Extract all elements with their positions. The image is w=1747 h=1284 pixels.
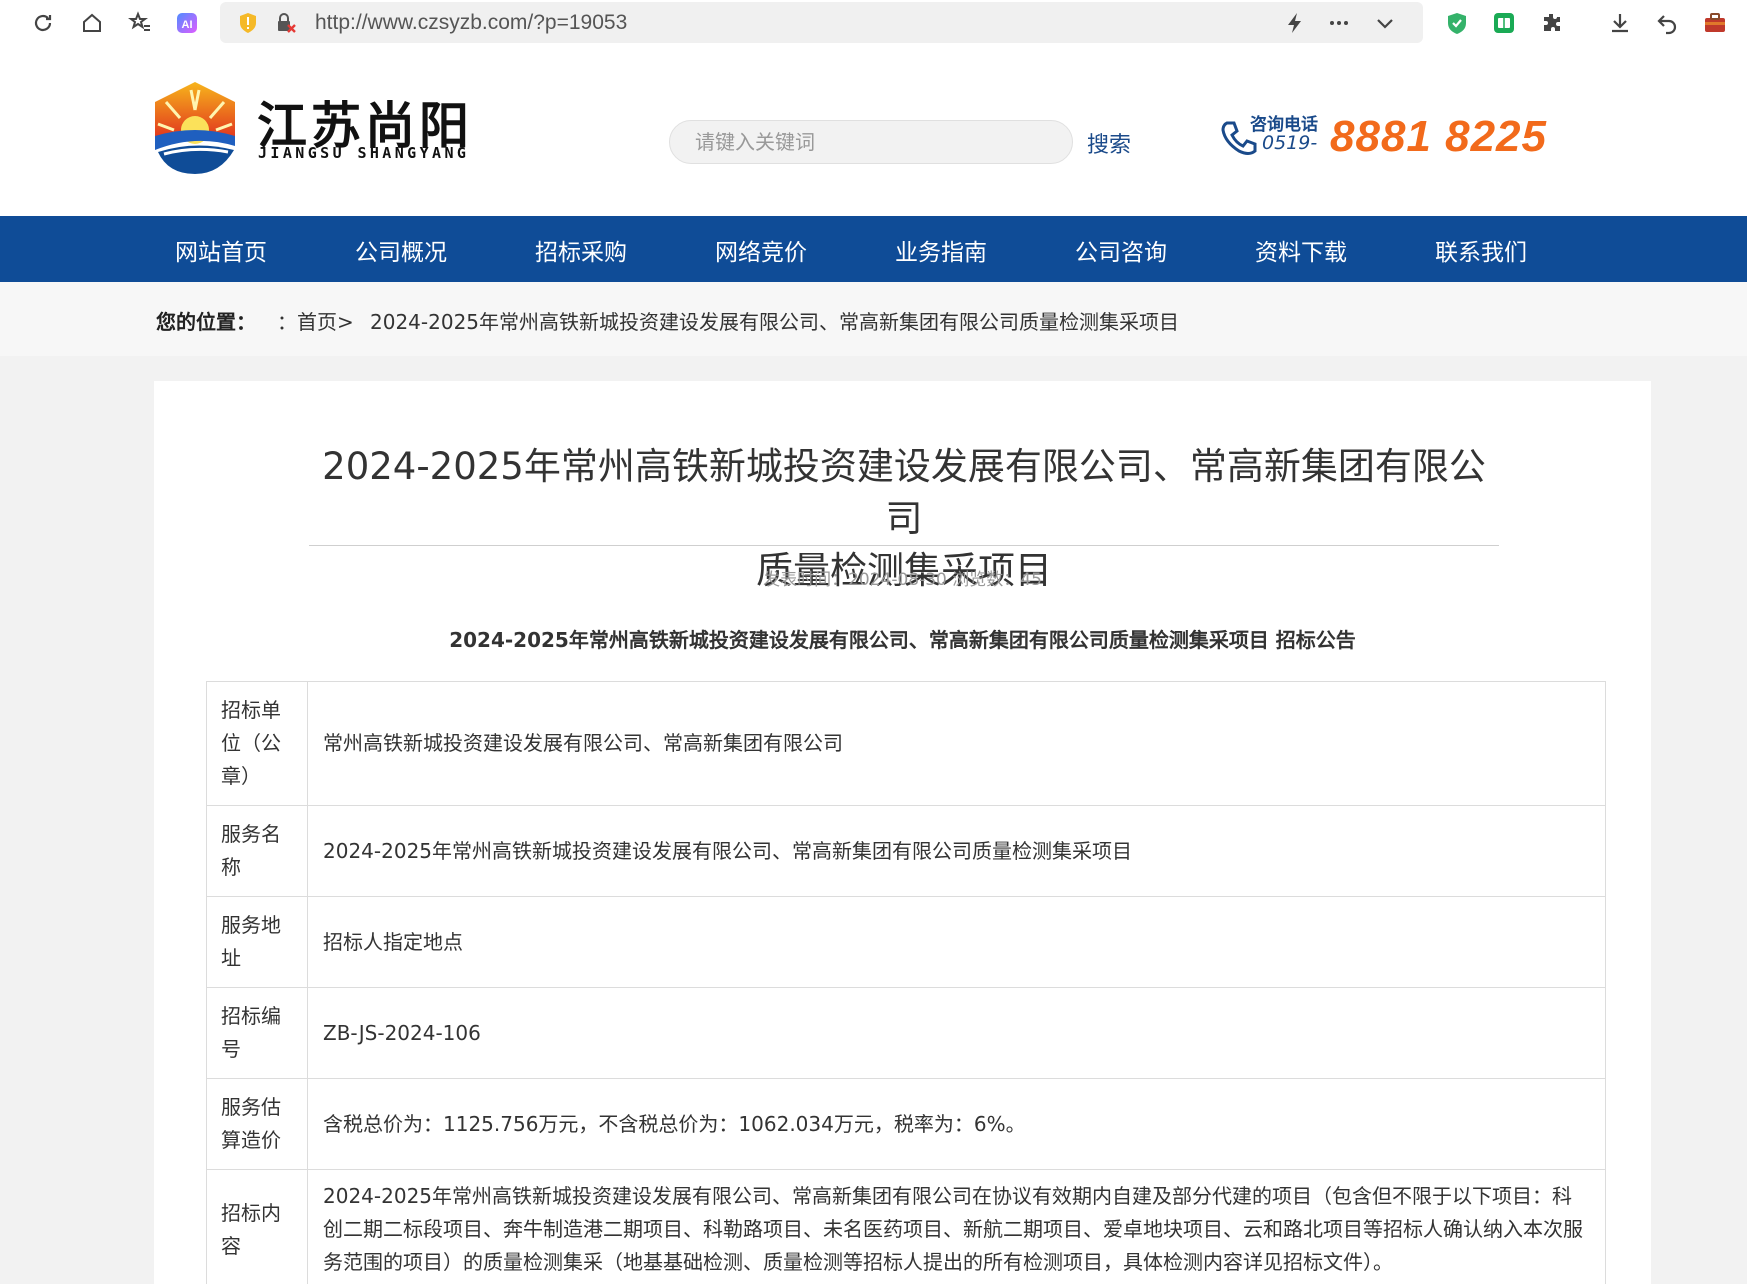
nav-item-contact[interactable]: 联系我们 <box>1435 233 1527 267</box>
reload-icon[interactable] <box>28 8 58 38</box>
row-label: 服务地址 <box>206 896 308 988</box>
sun-logo[interactable] <box>150 80 240 174</box>
row-value: 招标人指定地点 <box>307 896 1606 988</box>
undo-close-tab-icon[interactable] <box>1652 8 1682 38</box>
extensions-puzzle-icon[interactable] <box>1537 8 1567 38</box>
announcement-subtitle: 2024-2025年常州高铁新城投资建设发展有限公司、常高新集团有限公司质量检测… <box>449 628 1356 652</box>
article-meta: 发表时间：2024-08-30 浏览数：45 <box>763 570 1042 590</box>
security-shield-icon[interactable] <box>238 12 258 34</box>
shield-check-icon[interactable] <box>1442 8 1472 38</box>
svg-text:AI: AI <box>182 19 193 31</box>
row-label: 招标内容 <box>206 1169 308 1284</box>
site-header: 江苏尚阳 JIANGSU SHANGYANG 搜索 咨询电话 0519- 888… <box>0 46 1747 216</box>
breadcrumb-separator: ： <box>277 310 297 334</box>
nav-item-home[interactable]: 网站首页 <box>175 233 267 267</box>
main-nav: 网站首页 公司概况 招标采购 网络竞价 业务指南 公司咨询 资料下载 联系我们 <box>0 216 1747 282</box>
nav-item-online-bidding[interactable]: 网络竞价 <box>715 233 807 267</box>
title-divider <box>309 545 1499 546</box>
row-label: 招标编号 <box>206 987 308 1079</box>
row-value: 常州高铁新城投资建设发展有限公司、常高新集团有限公司 <box>307 681 1606 806</box>
home-icon[interactable] <box>77 8 107 38</box>
row-value: ZB-JS-2024-106 <box>307 987 1606 1079</box>
chevron-down-icon[interactable] <box>1373 11 1397 35</box>
nav-item-tender-procurement[interactable]: 招标采购 <box>535 233 627 267</box>
phone-prefix: 0519- <box>1262 132 1318 154</box>
row-label: 服务估算造价 <box>206 1078 308 1170</box>
nav-item-company-overview[interactable]: 公司概况 <box>355 233 447 267</box>
lightning-icon[interactable] <box>1283 11 1307 35</box>
nav-item-downloads[interactable]: 资料下载 <box>1255 233 1347 267</box>
table-row: 服务估算造价 含税总价为：1125.756万元，不含税总价为：1062.034万… <box>206 1078 1606 1170</box>
table-row: 招标编号 ZB-JS-2024-106 <box>206 987 1606 1079</box>
download-icon[interactable] <box>1605 8 1635 38</box>
table-row: 招标单位（公章） 常州高铁新城投资建设发展有限公司、常高新集团有限公司 <box>206 681 1606 806</box>
article-card: 2024-2025年常州高铁新城投资建设发展有限公司、常高新集团有限公司 质量检… <box>154 381 1651 1284</box>
url-text[interactable]: http://www.czsyzb.com/?p=19053 <box>315 11 627 35</box>
article-title-line-1: 2024-2025年常州高铁新城投资建设发展有限公司、常高新集团有限公司 <box>322 445 1486 540</box>
tender-info-table: 招标单位（公章） 常州高铁新城投资建设发展有限公司、常高新集团有限公司 服务名称… <box>206 681 1606 1284</box>
reader-extension-icon[interactable] <box>1489 8 1519 38</box>
ai-assistant-icon[interactable]: AI <box>172 8 202 38</box>
search-box <box>669 120 1073 164</box>
nav-item-business-guide[interactable]: 业务指南 <box>895 233 987 267</box>
search-button[interactable]: 搜索 <box>1087 127 1131 159</box>
wallet-briefcase-icon[interactable] <box>1700 8 1730 38</box>
phone-number: 8881 8225 <box>1330 112 1547 161</box>
row-value: 2024-2025年常州高铁新城投资建设发展有限公司、常高新集团有限公司质量检测… <box>307 805 1606 897</box>
search-input[interactable] <box>695 130 1055 154</box>
breadcrumb-label: 您的位置： <box>156 310 256 334</box>
table-row: 招标内容 2024-2025年常州高铁新城投资建设发展有限公司、常高新集团有限公… <box>206 1169 1606 1284</box>
table-row: 服务地址 招标人指定地点 <box>206 896 1606 988</box>
browser-toolbar: AI http://www.czsyzb.com/?p=19053 <box>0 0 1747 46</box>
nav-item-company-news[interactable]: 公司咨询 <box>1075 233 1167 267</box>
row-label: 招标单位（公章） <box>206 681 308 806</box>
insecure-lock-icon[interactable] <box>275 12 297 34</box>
table-row: 服务名称 2024-2025年常州高铁新城投资建设发展有限公司、常高新集团有限公… <box>206 805 1606 897</box>
row-label: 服务名称 <box>206 805 308 897</box>
breadcrumb-home-link[interactable]: 首页> <box>297 306 354 335</box>
row-value: 2024-2025年常州高铁新城投资建设发展有限公司、常高新集团有限公司在协议有… <box>307 1169 1606 1284</box>
breadcrumb-current: 2024-2025年常州高铁新城投资建设发展有限公司、常高新集团有限公司质量检测… <box>370 310 1180 334</box>
address-bar[interactable]: http://www.czsyzb.com/?p=19053 <box>220 2 1423 43</box>
brand-name-en: JIANGSU SHANGYANG <box>258 144 470 162</box>
row-value: 含税总价为：1125.756万元，不含税总价为：1062.034万元，税率为：6… <box>307 1078 1606 1170</box>
breadcrumb: 您的位置： ： 首页> 2024-2025年常州高铁新城投资建设发展有限公司、常… <box>0 282 1747 356</box>
more-options-icon[interactable] <box>1327 11 1351 35</box>
favorites-star-icon[interactable] <box>125 8 155 38</box>
